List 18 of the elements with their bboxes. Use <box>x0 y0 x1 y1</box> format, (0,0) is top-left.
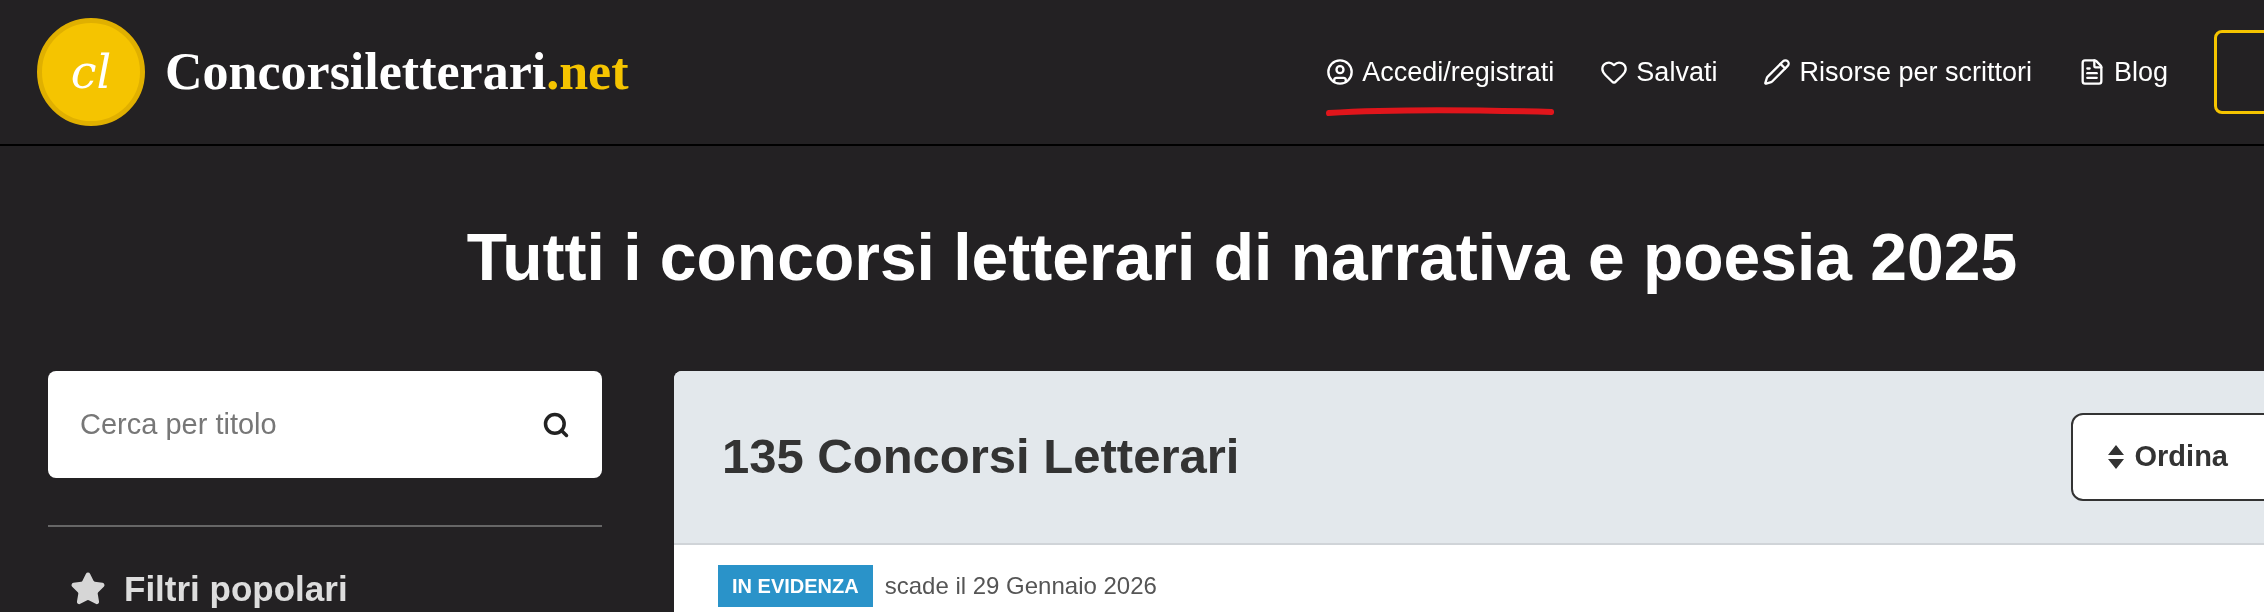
nav-link[interactable]: Blog <box>2077 51 2168 93</box>
section-title: Filtri popolari <box>124 568 348 610</box>
sort-icon <box>2106 444 2125 470</box>
deadline-text: scade il 29 Gennaio 2026 <box>884 571 1157 601</box>
nav-link[interactable]: Salvati <box>1600 51 1718 93</box>
results-count-title: 135 Concorsi Letterari <box>722 428 1240 486</box>
nav-link[interactable]: Risorse per scrittori <box>1763 51 2032 93</box>
heart-icon <box>1600 58 1629 86</box>
search-bar[interactable]: Cerca per titolo <box>48 371 602 478</box>
page-title: Tutti i concorsi letterari di narrativa e poesia 2025 <box>465 219 2019 296</box>
user-icon <box>1326 58 1355 86</box>
pencil-icon <box>1763 58 1792 86</box>
nav-link[interactable]: Accedi/registrati <box>1326 51 1555 93</box>
sort-button[interactable]: Ordina <box>2070 413 2264 501</box>
featured-tag: IN EVIDENZA <box>718 565 873 607</box>
search-field[interactable]: Cerca per titolo <box>80 402 542 447</box>
site-logo-text[interactable]: Concorsiletterari.net <box>165 33 629 111</box>
search-icon[interactable] <box>542 410 570 439</box>
